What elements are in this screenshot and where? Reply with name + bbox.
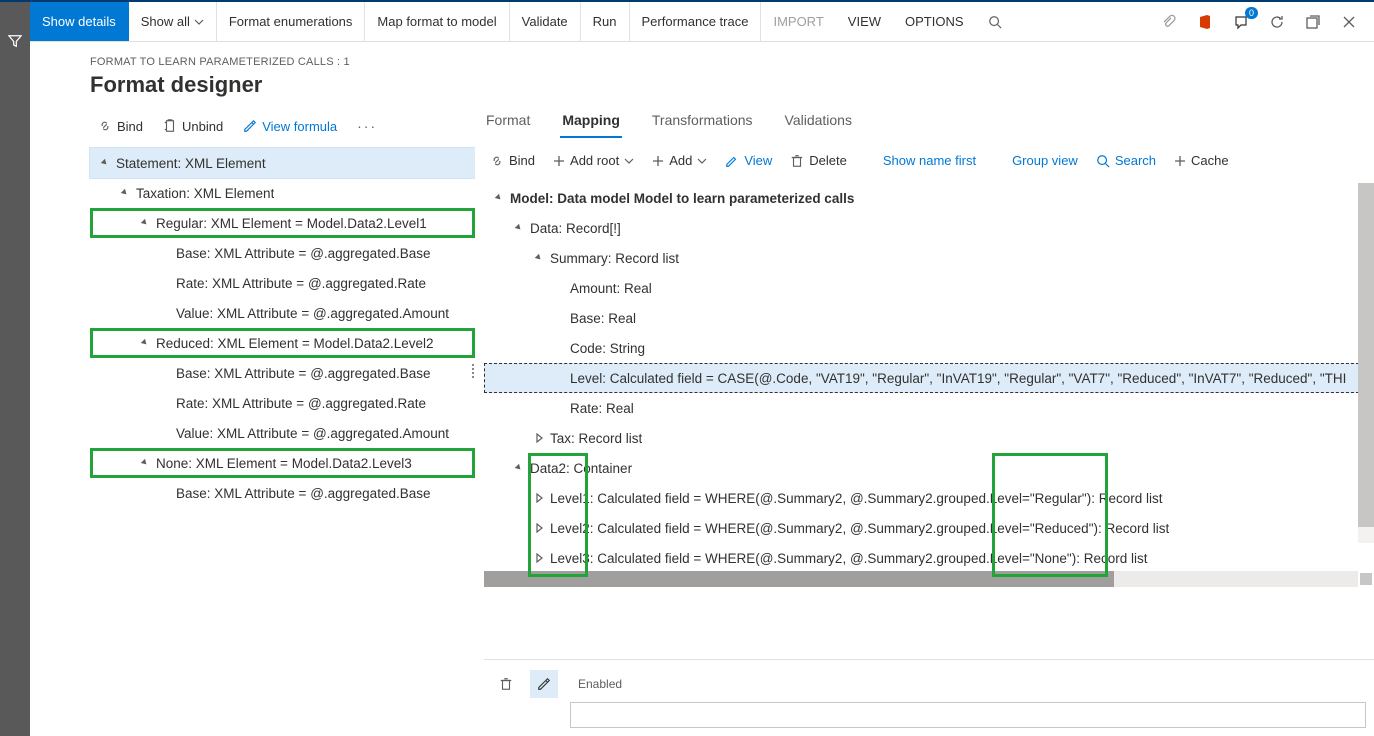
search-button[interactable] (976, 2, 1014, 41)
group-view-button[interactable]: Group view (1006, 149, 1084, 172)
tree-row-level1[interactable]: Level1: Calculated field = WHERE(@.Summa… (484, 483, 1374, 513)
mapping-search-button[interactable]: Search (1090, 149, 1162, 172)
options-menu-button[interactable]: OPTIONS (893, 2, 976, 41)
caret-expanded-icon[interactable] (118, 186, 132, 200)
view-menu-button[interactable]: VIEW (836, 2, 893, 41)
page-title: Format designer (90, 72, 1374, 98)
show-name-first-button[interactable]: Show name first (877, 149, 982, 172)
format-tree: Statement: XML Element Taxation: XML Ele… (90, 148, 475, 508)
enabled-label: Enabled (578, 677, 622, 691)
validate-button[interactable]: Validate (510, 2, 581, 41)
add-button[interactable]: Add (646, 149, 713, 172)
horizontal-scrollbar-thumb[interactable] (484, 571, 1114, 587)
show-all-button[interactable]: Show all (129, 2, 217, 41)
run-button[interactable]: Run (581, 2, 630, 41)
tree-row-data[interactable]: Data: Record[!] (484, 213, 1374, 243)
tree-row-level3[interactable]: Level3: Calculated field = WHERE(@.Summa… (484, 543, 1374, 573)
map-format-button[interactable]: Map format to model (365, 2, 509, 41)
tree-row[interactable]: Rate: Real (484, 393, 1374, 423)
tab-format[interactable]: Format (484, 104, 532, 138)
mapping-bind-button[interactable]: Bind (484, 149, 541, 172)
popout-icon[interactable] (1302, 11, 1324, 33)
attach-icon[interactable] (1158, 11, 1180, 33)
show-details-button[interactable]: Show details (30, 2, 129, 41)
caret-collapsed-icon[interactable] (532, 431, 546, 445)
cache-button[interactable]: Cache (1168, 149, 1235, 172)
tab-validations[interactable]: Validations (783, 104, 854, 138)
tree-row-reduced[interactable]: Reduced: XML Element = Model.Data2.Level… (90, 328, 475, 358)
left-rail (0, 2, 30, 736)
tree-row-statement[interactable]: Statement: XML Element (90, 148, 475, 178)
scrollbar-corner (1360, 573, 1372, 585)
refresh-icon[interactable] (1266, 11, 1288, 33)
caret-collapsed-icon[interactable] (532, 491, 546, 505)
caret-expanded-icon[interactable] (532, 251, 546, 265)
tab-transformations[interactable]: Transformations (650, 104, 755, 138)
messages-icon[interactable] (1230, 11, 1252, 33)
tree-row[interactable]: Amount: Real (484, 273, 1374, 303)
right-tabs: Format Mapping Transformations Validatio… (476, 104, 1374, 139)
import-button: IMPORT (761, 2, 835, 41)
caret-expanded-icon[interactable] (98, 156, 112, 170)
tree-row-level[interactable]: Level: Calculated field = CASE(@.Code, "… (484, 363, 1374, 393)
tree-row-regular[interactable]: Regular: XML Element = Model.Data2.Level… (90, 208, 475, 238)
tree-row-tax[interactable]: Tax: Record list (484, 423, 1374, 453)
tree-row-none[interactable]: None: XML Element = Model.Data2.Level3 (90, 448, 475, 478)
filter-icon[interactable] (8, 34, 22, 51)
tree-row[interactable]: Base: XML Attribute = @.aggregated.Base (90, 478, 475, 508)
bottom-delete-icon[interactable] (492, 670, 520, 698)
tree-row[interactable]: Base: XML Attribute = @.aggregated.Base (90, 238, 475, 268)
add-root-button[interactable]: Add root (547, 149, 640, 172)
bind-button[interactable]: Bind (90, 115, 151, 138)
caret-expanded-icon[interactable] (512, 461, 526, 475)
tree-row[interactable]: Rate: XML Attribute = @.aggregated.Rate (90, 388, 475, 418)
tree-row[interactable]: Base: XML Attribute = @.aggregated.Base (90, 358, 475, 388)
caret-expanded-icon[interactable] (138, 216, 152, 230)
view-button[interactable]: View (719, 149, 778, 172)
tree-row-level2[interactable]: Level2: Calculated field = WHERE(@.Summa… (484, 513, 1374, 543)
breadcrumb: FORMAT TO LEARN PARAMETERIZED CALLS : 1 (90, 56, 1374, 68)
unbind-button[interactable]: Unbind (155, 115, 231, 138)
bottom-edit-icon[interactable] (530, 670, 558, 698)
enabled-input[interactable] (570, 702, 1366, 728)
tree-row[interactable]: Rate: XML Attribute = @.aggregated.Rate (90, 268, 475, 298)
tree-row-summary[interactable]: Summary: Record list (484, 243, 1374, 273)
tree-row-taxation[interactable]: Taxation: XML Element (90, 178, 475, 208)
performance-trace-button[interactable]: Performance trace (630, 2, 762, 41)
vertical-scrollbar-thumb[interactable] (1358, 183, 1374, 527)
delete-button[interactable]: Delete (784, 149, 853, 172)
command-bar: Show details Show all Format enumeration… (30, 2, 1374, 42)
caret-expanded-icon[interactable] (512, 221, 526, 235)
tree-row[interactable]: Value: XML Attribute = @.aggregated.Amou… (90, 418, 475, 448)
more-button[interactable]: ··· (349, 114, 385, 138)
close-icon[interactable] (1338, 11, 1360, 33)
tree-row-model[interactable]: Model: Data model Model to learn paramet… (484, 183, 1374, 213)
tree-row[interactable]: Value: XML Attribute = @.aggregated.Amou… (90, 298, 475, 328)
format-enumerations-button[interactable]: Format enumerations (217, 2, 366, 41)
caret-expanded-icon[interactable] (138, 456, 152, 470)
office-icon[interactable] (1194, 11, 1216, 33)
caret-collapsed-icon[interactable] (532, 551, 546, 565)
view-formula-button[interactable]: View formula (235, 115, 345, 138)
caret-expanded-icon[interactable] (138, 336, 152, 350)
tree-row[interactable]: Base: Real (484, 303, 1374, 333)
tree-row[interactable]: Code: String (484, 333, 1374, 363)
caret-expanded-icon[interactable] (492, 191, 506, 205)
tree-row-data2[interactable]: Data2: Container (484, 453, 1374, 483)
tab-mapping[interactable]: Mapping (560, 104, 622, 138)
caret-collapsed-icon[interactable] (532, 521, 546, 535)
mapping-tree: Model: Data model Model to learn paramet… (484, 183, 1374, 573)
